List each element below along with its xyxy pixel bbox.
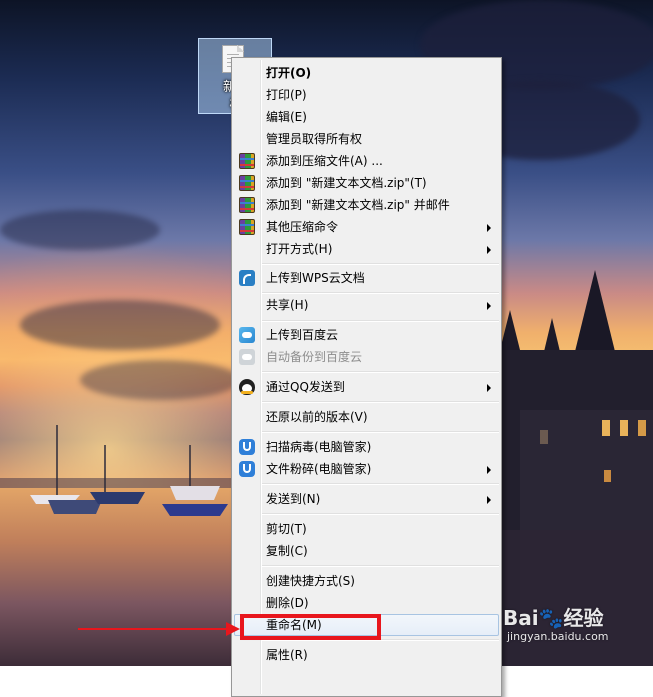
menu-item-label: 打开方式(H) xyxy=(266,242,333,256)
menu-item-print[interactable]: 打印(P) xyxy=(234,84,499,106)
menu-item-label: 复制(C) xyxy=(266,544,308,558)
menu-item-copy[interactable]: 复制(C) xyxy=(234,540,499,562)
winrar-icon xyxy=(239,219,255,235)
annotation-highlight-box xyxy=(240,614,381,640)
menu-item-delete[interactable]: 删除(D) xyxy=(234,592,499,614)
submenu-arrow-icon xyxy=(487,466,491,474)
pc-manager-icon xyxy=(239,461,255,477)
menu-item-label: 通过QQ发送到 xyxy=(266,380,345,394)
submenu-arrow-icon xyxy=(487,302,491,310)
menu-separator xyxy=(262,401,499,403)
menu-item-label: 添加到压缩文件(A) ... xyxy=(266,154,383,168)
menu-item-label: 上传到WPS云文档 xyxy=(266,271,365,285)
menu-item-other-compress[interactable]: 其他压缩命令 xyxy=(234,216,499,238)
submenu-arrow-icon xyxy=(487,224,491,232)
menu-item-label: 文件粉碎(电脑管家) xyxy=(266,462,372,476)
menu-item-send-via-qq[interactable]: 通过QQ发送到 xyxy=(234,376,499,398)
context-menu: 打开(O) 打印(P) 编辑(E) 管理员取得所有权 添加到压缩文件(A) ..… xyxy=(231,57,502,697)
menu-item-label: 还原以前的版本(V) xyxy=(266,410,368,424)
sailboats xyxy=(30,425,228,516)
pc-manager-icon xyxy=(239,439,255,455)
menu-item-label: 自动备份到百度云 xyxy=(266,350,363,364)
menu-item-label: 共享(H) xyxy=(266,298,309,312)
menu-separator xyxy=(262,513,499,515)
menu-item-label: 添加到 "新建文本文档.zip"(T) xyxy=(266,176,427,190)
menu-item-label: 打开(O) xyxy=(266,66,312,80)
menu-item-open[interactable]: 打开(O) xyxy=(234,62,499,84)
menu-item-auto-backup-baidu: 自动备份到百度云 xyxy=(234,346,499,368)
menu-item-take-ownership[interactable]: 管理员取得所有权 xyxy=(234,128,499,150)
menu-item-properties[interactable]: 属性(R) xyxy=(234,644,499,666)
menu-item-add-to-archive[interactable]: 添加到压缩文件(A) ... xyxy=(234,150,499,172)
menu-item-upload-baidu[interactable]: 上传到百度云 xyxy=(234,324,499,346)
menu-item-label: 发送到(N) xyxy=(266,492,321,506)
menu-separator xyxy=(262,565,499,567)
menu-item-cut[interactable]: 剪切(T) xyxy=(234,518,499,540)
menu-item-label: 删除(D) xyxy=(266,596,309,610)
winrar-icon xyxy=(239,153,255,169)
menu-item-label: 管理员取得所有权 xyxy=(266,132,363,146)
qq-icon xyxy=(239,379,255,395)
wps-cloud-icon xyxy=(239,270,255,286)
menu-item-share[interactable]: 共享(H) xyxy=(234,294,499,316)
baidu-jingyan-watermark: Bai🐾经验 jingyan.baidu.com xyxy=(503,606,609,644)
cloud xyxy=(20,300,220,350)
annotation-arrow xyxy=(78,622,240,636)
menu-item-create-shortcut[interactable]: 创建快捷方式(S) xyxy=(234,570,499,592)
baidu-cloud-icon xyxy=(239,349,255,365)
menu-item-label: 打印(P) xyxy=(266,88,307,102)
menu-separator xyxy=(262,371,499,373)
menu-item-label: 属性(R) xyxy=(266,648,308,662)
menu-separator xyxy=(262,431,499,433)
menu-item-label: 扫描病毒(电脑管家) xyxy=(266,440,372,454)
menu-item-label: 其他压缩命令 xyxy=(266,220,339,234)
menu-separator xyxy=(262,263,499,265)
watermark-brand: Bai🐾经验 xyxy=(503,606,604,630)
cloud xyxy=(80,360,240,400)
menu-item-label: 剪切(T) xyxy=(266,522,307,536)
menu-item-send-to[interactable]: 发送到(N) xyxy=(234,488,499,510)
menu-item-label: 上传到百度云 xyxy=(266,328,339,342)
menu-item-file-shred[interactable]: 文件粉碎(电脑管家) xyxy=(234,458,499,480)
watermark-url: jingyan.baidu.com xyxy=(507,630,609,643)
menu-item-restore-previous[interactable]: 还原以前的版本(V) xyxy=(234,406,499,428)
menu-item-label: 编辑(E) xyxy=(266,110,307,124)
menu-item-open-with[interactable]: 打开方式(H) xyxy=(234,238,499,260)
menu-item-edit[interactable]: 编辑(E) xyxy=(234,106,499,128)
menu-item-label: 添加到 "新建文本文档.zip" 并邮件 xyxy=(266,198,450,212)
menu-item-upload-wps[interactable]: 上传到WPS云文档 xyxy=(234,267,499,289)
menu-item-scan-virus[interactable]: 扫描病毒(电脑管家) xyxy=(234,436,499,458)
menu-separator xyxy=(262,320,499,322)
cloud xyxy=(0,210,160,250)
menu-item-add-to-zip[interactable]: 添加到 "新建文本文档.zip"(T) xyxy=(234,172,499,194)
menu-item-add-to-zip-and-email[interactable]: 添加到 "新建文本文档.zip" 并邮件 xyxy=(234,194,499,216)
submenu-arrow-icon xyxy=(487,384,491,392)
winrar-icon xyxy=(239,197,255,213)
menu-separator xyxy=(262,483,499,485)
baidu-cloud-icon xyxy=(239,327,255,343)
winrar-icon xyxy=(239,175,255,191)
menu-item-label: 创建快捷方式(S) xyxy=(266,574,355,588)
submenu-arrow-icon xyxy=(487,496,491,504)
submenu-arrow-icon xyxy=(487,246,491,254)
